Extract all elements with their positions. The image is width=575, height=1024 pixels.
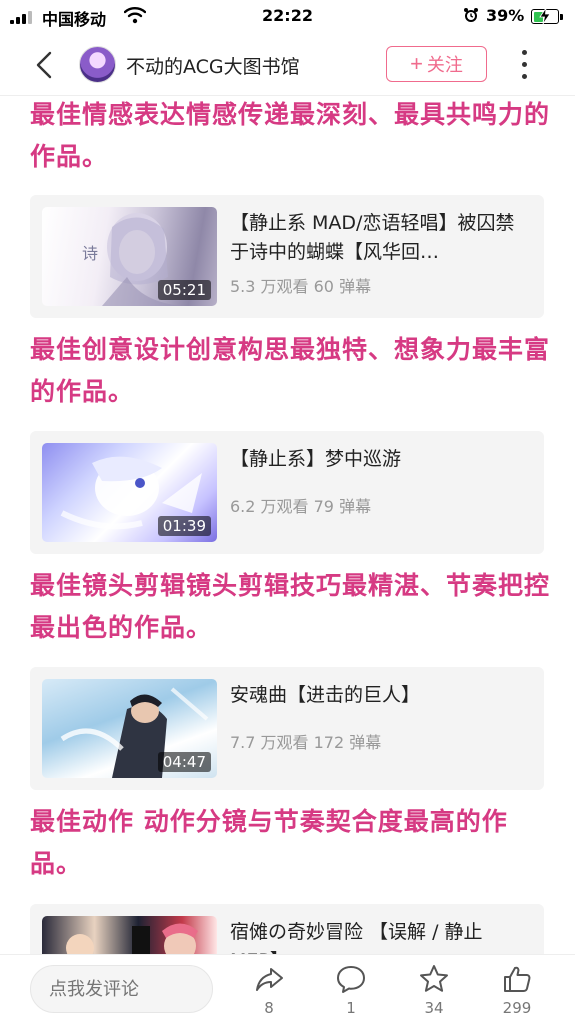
comment-button[interactable]: 1 — [323, 963, 379, 1023]
like-button[interactable]: 299 — [489, 963, 545, 1023]
avatar[interactable] — [79, 46, 116, 83]
award-heading: 最佳镜头剪辑镜头剪辑技巧最精湛、节奏把控最出色的作品。 — [30, 571, 551, 642]
video-stats: 7.7 万观看 172 弹幕 — [230, 733, 382, 752]
video-thumbnail: 04:47 — [42, 679, 217, 778]
thumbnail-art — [66, 923, 198, 954]
video-card[interactable]: 04:47 安魂曲【进击的巨人】 7.7 万观看 172 弹幕 — [30, 667, 544, 790]
battery-cap — [560, 14, 563, 20]
award-heading: 最佳情感表达情感传递最深刻、最具共鸣力的作品。 — [30, 100, 551, 171]
video-card[interactable]: 诗 05:21 【静止系 MAD/恋语轻唱】被囚禁于诗中的蝴蝶【风华回… 5.3… — [30, 195, 544, 318]
video-thumbnail — [42, 916, 217, 954]
svg-text:诗: 诗 — [82, 244, 98, 263]
bottom-action-bar: 8 1 34 299 — [0, 954, 575, 1024]
plus-icon: + — [410, 51, 423, 76]
video-thumbnail: 01:39 — [42, 443, 217, 542]
video-stats: 6.2 万观看 79 弹幕 — [230, 497, 372, 516]
video-title: 安魂曲【进击的巨人】 — [230, 684, 421, 706]
favorite-count: 34 — [424, 999, 444, 1017]
star-icon — [420, 965, 448, 992]
award-heading: 最佳创意设计创意构思最独特、想象力最丰富的作品。 — [30, 335, 551, 406]
speech-bubble-icon — [337, 966, 365, 993]
status-bar: 中国移动 22:22 39% — [0, 0, 575, 34]
video-title: 宿傩の奇妙冒险 【误解 / 静止 MEP】 — [230, 921, 483, 954]
share-count: 8 — [264, 999, 274, 1017]
video-duration: 05:21 — [157, 280, 211, 300]
video-thumbnail: 诗 05:21 — [42, 207, 217, 306]
video-duration: 01:39 — [157, 516, 211, 536]
comment-count: 1 — [346, 999, 356, 1017]
video-card[interactable]: 01:39 【静止系】梦中巡游 6.2 万观看 79 弹幕 — [30, 431, 544, 554]
page-title[interactable]: 不动的ACG大图书馆 — [126, 52, 300, 79]
share-arrow-icon — [256, 968, 283, 991]
video-card[interactable]: 宿傩の奇妙冒险 【误解 / 静止 MEP】 — [30, 904, 544, 954]
award-heading: 最佳动作 动作分镜与节奏契合度最高的作品。 — [30, 807, 508, 878]
comment-input[interactable] — [30, 965, 213, 1013]
video-title: 【静止系 MAD/恋语轻唱】被囚禁于诗中的蝴蝶【风华回… — [230, 212, 515, 263]
thumbs-up-icon — [504, 966, 531, 992]
nav-bar: 不动的ACG大图书馆 + 关注 — [0, 34, 575, 96]
video-stats: 5.3 万观看 60 弹幕 — [230, 277, 372, 296]
vertical-dots-icon[interactable] — [516, 48, 532, 82]
alarm-icon — [464, 8, 478, 22]
follow-label: 关注 — [426, 55, 463, 75]
battery-percent: 39% — [486, 6, 525, 25]
follow-button[interactable]: + 关注 — [386, 46, 487, 82]
share-button[interactable]: 8 — [241, 963, 297, 1023]
video-title: 【静止系】梦中巡游 — [230, 448, 402, 470]
favorite-button[interactable]: 34 — [406, 963, 462, 1023]
video-duration: 04:47 — [157, 752, 211, 772]
chevron-left-icon[interactable] — [30, 50, 60, 80]
battery-icon — [531, 8, 559, 24]
article-content: 最佳情感表达情感传递最深刻、最具共鸣力的作品。 诗 05:21 【静止系 MAD… — [0, 96, 575, 954]
like-count: 299 — [502, 999, 532, 1017]
